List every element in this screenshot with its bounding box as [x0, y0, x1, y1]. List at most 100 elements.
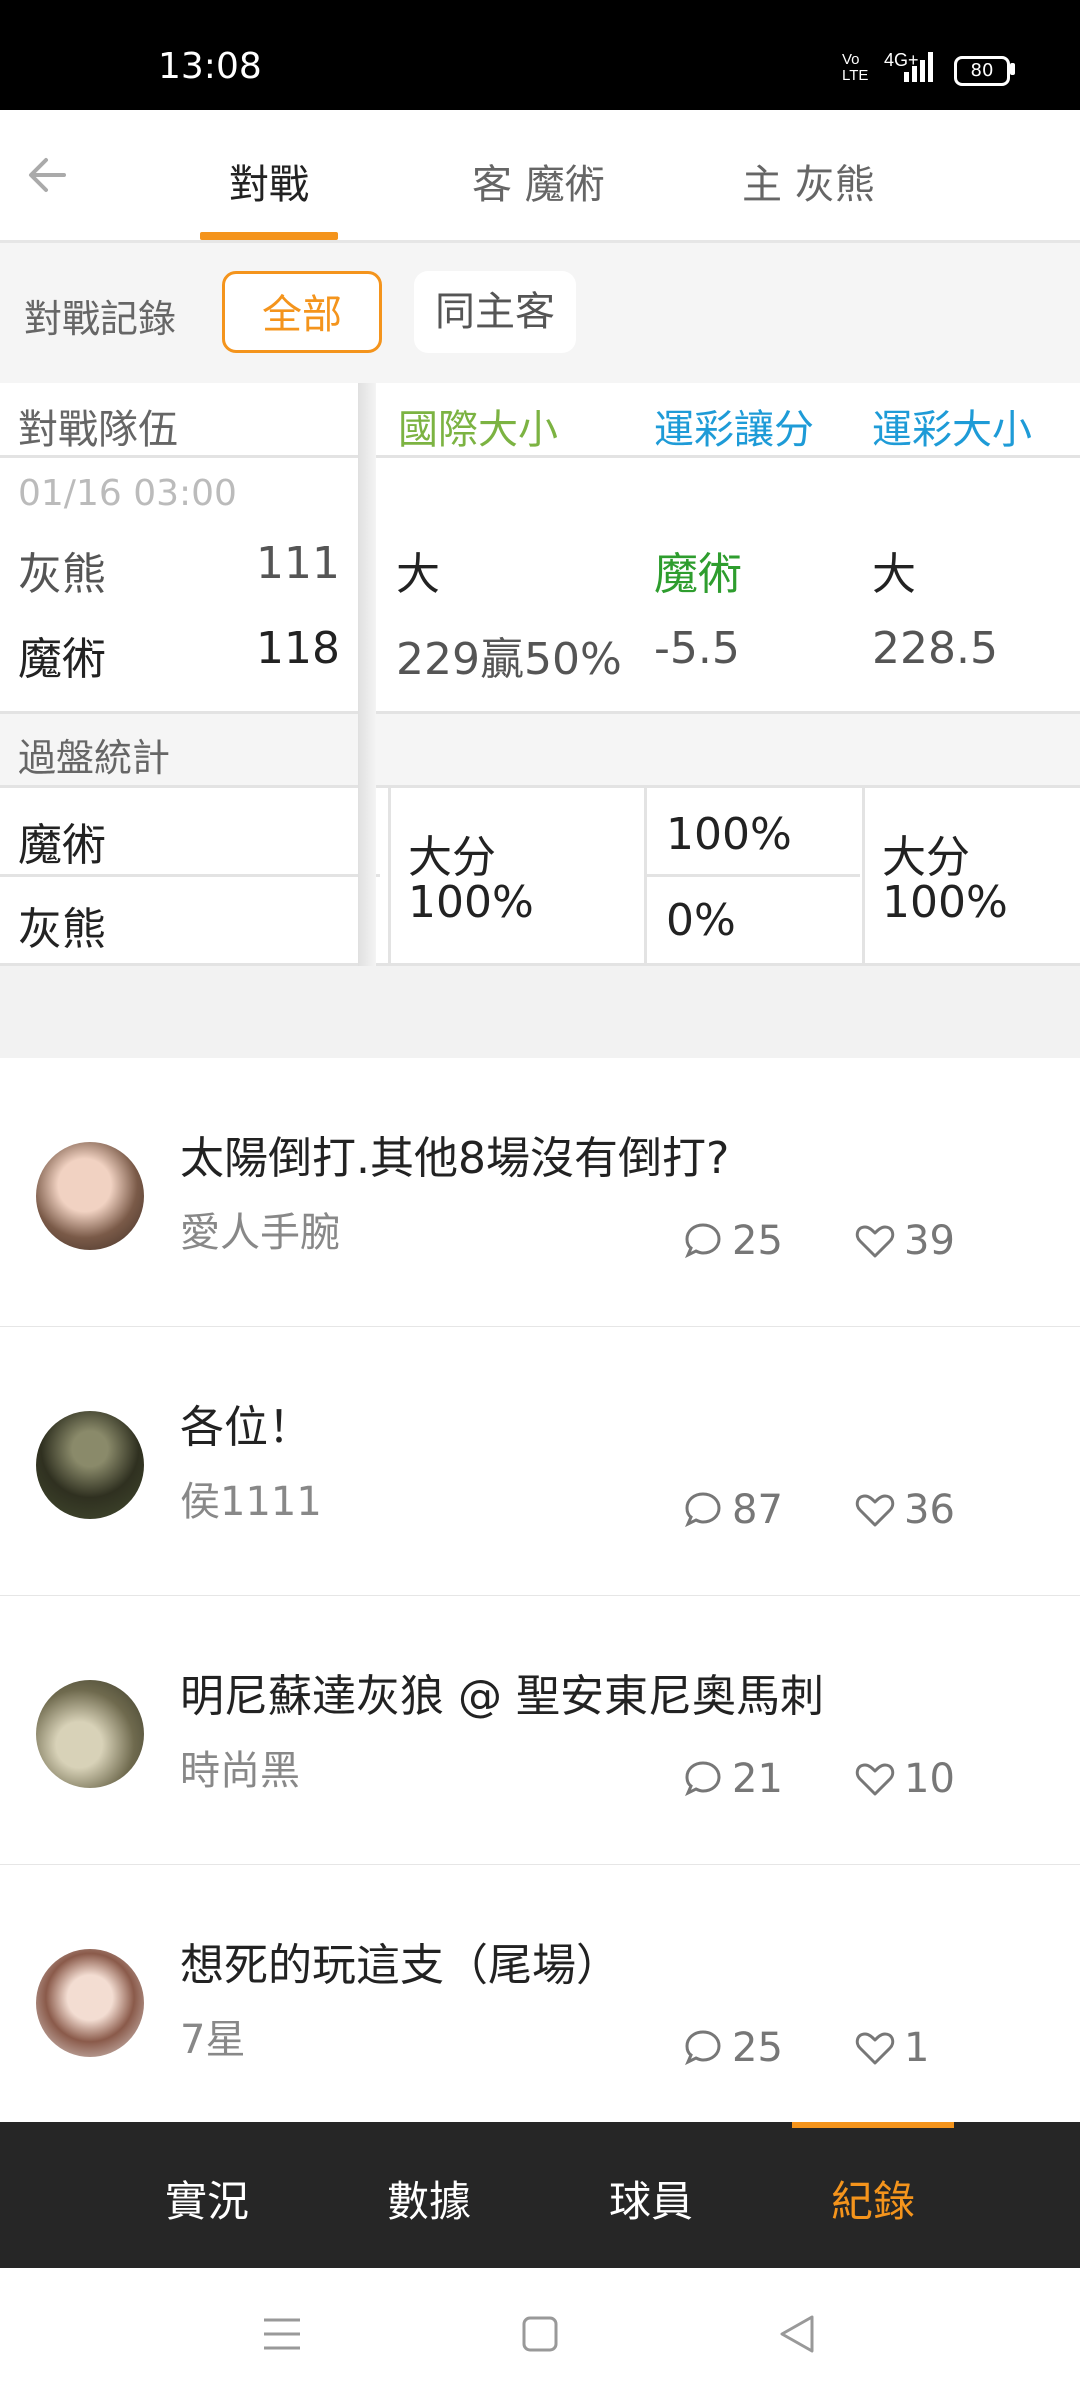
- comment-bubble-icon: [685, 1492, 721, 1528]
- back-icon[interactable]: [778, 2314, 816, 2354]
- team-score: 118: [256, 623, 340, 674]
- col-header-intl-total: 國際大小: [398, 407, 558, 453]
- system-nav-bar: [0, 2268, 1080, 2400]
- frozen-column-shadow: [358, 383, 376, 966]
- signal-icon: [904, 52, 933, 82]
- stats-team: 魔術: [18, 820, 106, 871]
- col-header-total: 運彩大小: [872, 407, 1032, 453]
- divider: [0, 711, 1080, 714]
- like-count[interactable]: 1: [854, 2025, 929, 2071]
- tab-players[interactable]: 球員: [609, 2168, 693, 2229]
- divider: [862, 785, 865, 963]
- status-time: 13:08: [158, 46, 262, 87]
- post-item[interactable]: 想死的玩這支（尾場） 7星 25 1: [0, 1865, 1080, 2133]
- comment-bubble-icon: [685, 1223, 721, 1259]
- divider: [0, 785, 1080, 788]
- status-bar: 13:08 Vo LTE 4G+ 80: [0, 0, 1080, 110]
- section-gap: [0, 966, 1080, 1058]
- post-title[interactable]: 想死的玩這支（尾場）: [180, 1929, 620, 1993]
- comment-count-value: 87: [732, 1487, 783, 1533]
- active-tab-indicator: [792, 2122, 954, 2128]
- total-result: 大: [872, 549, 916, 600]
- comment-count[interactable]: 25: [682, 2025, 783, 2071]
- like-count-value: 36: [904, 1487, 955, 1533]
- home-icon[interactable]: [522, 2316, 558, 2352]
- like-count[interactable]: 10: [854, 1756, 955, 1802]
- stats-team: 灰熊: [18, 904, 106, 955]
- avatar[interactable]: [36, 1680, 144, 1788]
- post-item[interactable]: 明尼蘇達灰狼 @ 聖安東尼奧馬刺 時尚黑 21 10: [0, 1596, 1080, 1867]
- avatar[interactable]: [36, 1949, 144, 2057]
- comment-count-value: 25: [732, 2025, 783, 2071]
- team-score: 111: [256, 538, 340, 589]
- comment-count-value: 25: [732, 1218, 783, 1264]
- arrow-left-icon[interactable]: [24, 152, 70, 198]
- post-item[interactable]: 太陽倒打.其他8場沒有倒打? 愛人手腕 25 39: [0, 1058, 1080, 1329]
- record-filter: 對戰記錄 全部 同主客: [0, 243, 1080, 383]
- like-count-value: 39: [904, 1218, 955, 1264]
- menu-icon[interactable]: [262, 2316, 302, 2352]
- battery-icon: 80: [954, 56, 1010, 86]
- stats-label: 過盤統計: [18, 736, 171, 780]
- spread-stat-bottom: 0%: [666, 895, 736, 946]
- team-name: 灰熊: [18, 549, 106, 600]
- comment-count[interactable]: 87: [682, 1487, 783, 1533]
- matchup-table: 對戰隊伍 國際大小 運彩讓分 運彩大小 01/16 03:00 灰熊 111 大…: [0, 383, 1080, 966]
- tab-matchup[interactable]: 對戰: [229, 152, 309, 210]
- post-title[interactable]: 明尼蘇達灰狼 @ 聖安東尼奧馬刺: [180, 1660, 824, 1724]
- divider: [0, 874, 380, 877]
- divider: [0, 455, 1080, 458]
- avatar[interactable]: [36, 1142, 144, 1250]
- comment-count-value: 21: [732, 1756, 783, 1802]
- post-author: 愛人手腕: [180, 1210, 340, 1256]
- avatar[interactable]: [36, 1411, 144, 1519]
- intl-stat-label: 大分: [408, 832, 496, 883]
- tab-away-team[interactable]: 客 魔術: [472, 152, 605, 210]
- heart-icon: [855, 1494, 895, 1527]
- post-author: 時尚黑: [180, 1748, 300, 1794]
- like-count[interactable]: 39: [854, 1218, 955, 1264]
- battery-tip: [1010, 63, 1015, 75]
- filter-label: 對戰記錄: [24, 297, 177, 341]
- comment-count[interactable]: 21: [682, 1756, 783, 1802]
- post-title[interactable]: 太陽倒打.其他8場沒有倒打?: [180, 1122, 729, 1186]
- header-tabs: 對戰 客 魔術 主 灰熊: [0, 110, 1080, 243]
- match-date: 01/16 03:00: [18, 473, 237, 514]
- post-item[interactable]: 各位！ 侯1111 87 36: [0, 1327, 1080, 1598]
- tab-home-team[interactable]: 主 灰熊: [742, 152, 875, 210]
- spread-line: -5.5: [654, 623, 740, 674]
- bottom-tab-bar: 實況 數據 球員 紀錄: [0, 2122, 1080, 2268]
- tab-live[interactable]: 實況: [165, 2168, 249, 2229]
- divider: [388, 785, 391, 963]
- col-header-team: 對戰隊伍: [18, 407, 178, 453]
- comment-count[interactable]: 25: [682, 1218, 783, 1264]
- post-title[interactable]: 各位！: [180, 1391, 312, 1455]
- heart-icon: [855, 1225, 895, 1258]
- post-author: 7星: [180, 2017, 246, 2063]
- team-name: 魔術: [18, 634, 106, 685]
- total-line: 228.5: [872, 623, 998, 674]
- intl-result: 大: [396, 549, 440, 600]
- heart-icon: [855, 2032, 895, 2065]
- comment-bubble-icon: [685, 1761, 721, 1797]
- divider: [646, 874, 860, 877]
- active-tab-indicator: [200, 232, 338, 240]
- post-author: 侯1111: [180, 1479, 322, 1525]
- intl-line: 229贏50%: [396, 634, 622, 685]
- filter-chip-same-home-away[interactable]: 同主客: [414, 271, 576, 353]
- spread-result: 魔術: [654, 549, 742, 600]
- intl-stat-value: 100%: [408, 877, 534, 928]
- tab-records[interactable]: 紀錄: [831, 2168, 915, 2229]
- like-count-value: 1: [904, 2025, 930, 2071]
- total-stat-value: 100%: [882, 877, 1008, 928]
- like-count[interactable]: 36: [854, 1487, 955, 1533]
- spread-stat-top: 100%: [666, 809, 792, 860]
- tab-stats[interactable]: 數據: [387, 2168, 471, 2229]
- like-count-value: 10: [904, 1756, 955, 1802]
- filter-chip-all[interactable]: 全部: [222, 271, 382, 353]
- volte-icon: Vo LTE: [842, 51, 869, 84]
- comment-bubble-icon: [685, 2030, 721, 2066]
- total-stat-label: 大分: [882, 832, 970, 883]
- heart-icon: [855, 1763, 895, 1796]
- col-header-spread: 運彩讓分: [654, 407, 814, 453]
